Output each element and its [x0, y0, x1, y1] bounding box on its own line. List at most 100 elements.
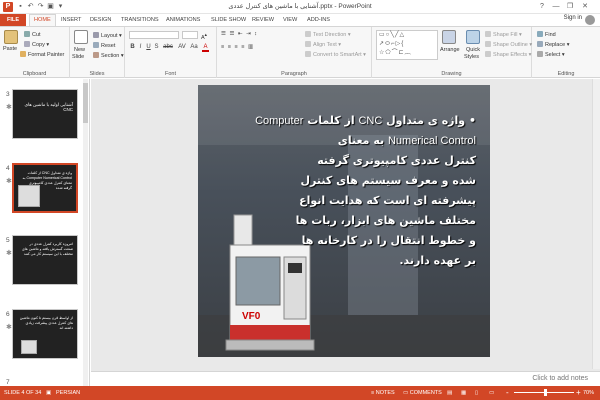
quick-styles-button[interactable]: Quick — [466, 47, 480, 54]
tab-view[interactable]: VIEW — [283, 14, 297, 26]
slide-line-6: مختلف ماشین های ابزار، ربات ها — [295, 214, 476, 227]
slides-group: New Slide Layout ▾ Reset Section ▾ Slide… — [70, 27, 125, 78]
convert-smartart-button[interactable]: Convert to SmartArt ▾ — [305, 51, 366, 59]
thumbnails-scrollbar[interactable] — [83, 79, 88, 386]
reset-button[interactable]: Reset — [93, 42, 115, 50]
new-slide-icon[interactable] — [74, 30, 88, 44]
font-color-button[interactable]: A — [202, 44, 209, 52]
notes-pane[interactable]: Click to add notes — [91, 371, 600, 386]
align-text-button[interactable]: Align Text ▾ — [305, 41, 341, 49]
text-direction-button[interactable]: Text Direction ▾ — [305, 31, 351, 39]
slide-scrollbar[interactable] — [592, 79, 600, 369]
shape-outline-button[interactable]: Shape Outline ▾ — [485, 41, 532, 49]
arrange-icon[interactable] — [442, 30, 456, 44]
zoom-out-button[interactable]: - — [506, 388, 509, 397]
paragraph-group-label: Paragraph — [281, 71, 307, 77]
underline-button[interactable]: U — [145, 44, 152, 50]
change-case-button[interactable]: Aa — [189, 44, 199, 50]
window-title: آشنایی با ماشین های کنترل عددی.pptx - Po… — [228, 3, 372, 10]
shapes-gallery[interactable]: ▭○╲╱△ ↗⬭⌐▷{☆⬠⌒⊏︷ — [376, 30, 438, 60]
drawing-group-label: Drawing — [441, 71, 462, 77]
slide-line-2: Numerical Control به معنای — [337, 134, 476, 147]
slide-sorter-icon[interactable]: ▦ — [461, 390, 466, 396]
format-painter-button[interactable]: Format Painter — [20, 51, 64, 59]
tab-transitions[interactable]: TRANSITIONS — [121, 14, 159, 26]
find-button[interactable]: Find — [537, 31, 556, 39]
list-buttons[interactable]: ☰ ☰ ⇤ ⇥ ↕ — [221, 31, 258, 38]
smartart-icon — [305, 51, 311, 57]
cursor-icon — [537, 51, 543, 57]
zoom-in-button[interactable]: + — [576, 388, 581, 397]
language-indicator[interactable]: PERSIAN — [56, 390, 80, 396]
layout-button[interactable]: Layout ▾ — [93, 32, 122, 40]
shape-fill-button[interactable]: Shape Fill ▾ — [485, 31, 522, 39]
thumbnails-scrollbar-thumb[interactable] — [83, 83, 88, 123]
user-avatar-icon[interactable] — [585, 15, 595, 25]
tab-slide-show[interactable]: SLIDE SHOW — [211, 14, 246, 26]
tab-review[interactable]: REVIEW — [252, 14, 274, 26]
replace-button[interactable]: Replace ▾ — [537, 41, 569, 49]
slide-line-7: و خطوط انتقال را در کارخانه ها — [301, 234, 476, 247]
bold-button[interactable]: B — [129, 44, 136, 50]
new-slide-button[interactable]: New — [74, 47, 85, 54]
shape-effects-button[interactable]: Shape Effects ▾ — [485, 51, 531, 59]
thumbnail-slide-5[interactable]: امروزه کاربرد کنترل عددی در صنعت گسترش ی… — [12, 235, 78, 285]
normal-view-icon[interactable]: ▤ — [447, 390, 452, 396]
new-slide-button-line2[interactable]: Slide — [72, 54, 84, 61]
character-spacing-button[interactable]: AV — [177, 44, 187, 50]
thumb-machine-image — [18, 185, 40, 207]
editing-group-label: Editing — [557, 71, 575, 77]
thumbnail-slide-3[interactable]: آشنایی اولیه با ماشین های CNC — [12, 89, 78, 139]
minimize-button[interactable]: — — [550, 1, 562, 12]
zoom-level[interactable]: 70% — [583, 390, 594, 396]
arrange-button[interactable]: Arrange — [440, 47, 460, 54]
paste-icon[interactable] — [4, 30, 18, 44]
notes-placeholder[interactable]: Click to add notes — [532, 375, 588, 382]
help-button[interactable]: ? — [536, 1, 548, 12]
font-name-input[interactable] — [129, 31, 179, 39]
tab-animations[interactable]: ANIMATIONS — [166, 14, 200, 26]
tab-insert[interactable]: INSERT — [61, 14, 81, 26]
replace-icon — [537, 41, 543, 47]
transition-star-icon: ✱ — [6, 104, 12, 111]
ribbon-tabs: FILE HOME INSERT DESIGN TRANSITIONS ANIM… — [0, 14, 600, 27]
thumb-number: 5 — [6, 237, 10, 244]
spellcheck-icon[interactable]: ▣ — [46, 390, 51, 396]
strikethrough-button[interactable]: abc — [162, 44, 174, 50]
paint-bucket-icon — [485, 31, 491, 37]
thumb-text: از اواسط قرن بیستم تا کنون ماشین های کنت… — [19, 316, 73, 330]
current-slide[interactable]: VF0 • واژه ی متداول CNC از کلمات Compute… — [198, 85, 490, 357]
font-size-input[interactable] — [182, 31, 198, 39]
comments-button[interactable]: ▭ COMMENTS — [403, 390, 442, 396]
slide-body-text[interactable]: • واژه ی متداول CNC از کلمات Computer Nu… — [244, 111, 476, 271]
thumbnail-slide-4[interactable]: واژه ی متداول CNC از کلمات Computer Nume… — [12, 163, 78, 213]
tab-design[interactable]: DESIGN — [90, 14, 111, 26]
thumbnail-slide-6[interactable]: از اواسط قرن بیستم تا کنون ماشین های کنت… — [12, 309, 78, 359]
cut-button[interactable]: Cut — [24, 31, 41, 39]
zoom-slider-thumb[interactable] — [544, 389, 547, 396]
select-button[interactable]: Select ▾ — [537, 51, 565, 59]
sign-in-link[interactable]: Sign in — [564, 15, 582, 21]
close-button[interactable]: ✕ — [579, 1, 591, 12]
quick-styles-button-line2[interactable]: Styles — [464, 54, 479, 61]
quick-styles-icon[interactable] — [466, 30, 480, 44]
drawing-group: ▭○╲╱△ ↗⬭⌐▷{☆⬠⌒⊏︷ Arrange Quick Styles Sha… — [372, 27, 532, 78]
tab-file[interactable]: FILE — [0, 14, 26, 26]
slide-editor: VF0 • واژه ی متداول CNC از کلمات Compute… — [91, 79, 600, 386]
tab-add-ins[interactable]: ADD-INS — [307, 14, 330, 26]
title-bar: P ▪ ↶ ↷ ▣ ▾ آشنایی با ماشین های کنترل عد… — [0, 0, 600, 14]
paste-button[interactable]: Paste — [3, 46, 17, 53]
italic-button[interactable]: I — [137, 44, 144, 50]
shadow-button[interactable]: S — [153, 44, 160, 50]
transition-star-icon: ✱ — [6, 178, 12, 185]
alignment-buttons[interactable]: ≡ ≡ ≡ ≡ ▥ — [221, 44, 254, 51]
slide-count: SLIDE 4 OF 34 — [4, 390, 42, 396]
slideshow-view-icon[interactable]: ▭ — [489, 390, 494, 396]
section-button[interactable]: Section ▾ — [93, 52, 124, 60]
grow-font-button[interactable]: A▴ — [201, 31, 207, 42]
notes-button[interactable]: ≡ NOTES — [371, 390, 395, 396]
copy-button[interactable]: Copy ▾ — [24, 41, 49, 49]
reading-view-icon[interactable]: ▯ — [475, 390, 478, 396]
restore-button[interactable]: ❐ — [564, 1, 576, 12]
font-group: A▴ B I U S abc AV Aa A Font — [125, 27, 217, 78]
